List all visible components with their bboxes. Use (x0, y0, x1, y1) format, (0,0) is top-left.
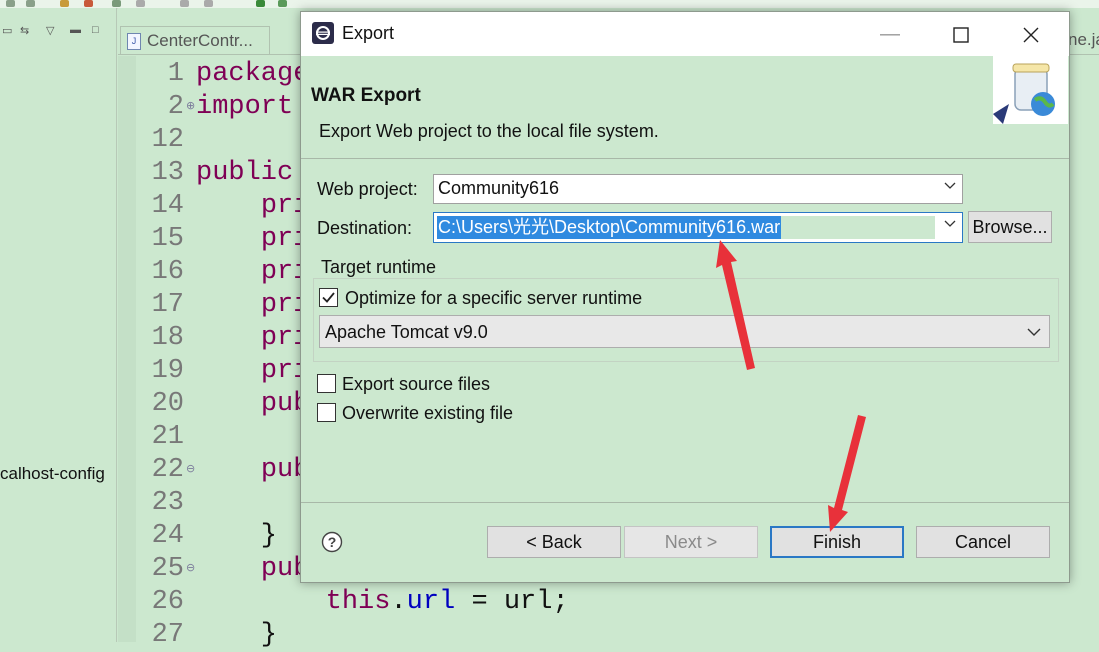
editor-tab-label: CenterContr... (147, 31, 253, 50)
destination-value[interactable]: C:\Users\光光\Desktop\Community616.war (437, 216, 782, 239)
overwrite-label[interactable]: Overwrite existing file (342, 403, 513, 424)
next-button[interactable]: Next > (624, 526, 758, 558)
fold-toggle-icon[interactable]: ⊖ (186, 462, 195, 475)
view-menu-icon[interactable]: ▽ (46, 24, 54, 37)
line-number: 18 (151, 323, 184, 353)
fold-toggle-icon[interactable]: ⊖ (186, 561, 195, 574)
maximize-view-icon[interactable]: □ (92, 24, 99, 36)
destination-label: Destination: (317, 218, 413, 238)
line-number: 13 (151, 158, 184, 188)
checkmark-icon (322, 292, 335, 303)
toolbar-icon[interactable] (84, 0, 93, 7)
runtime-value: Apache Tomcat v9.0 (325, 322, 488, 342)
war-export-wizard-icon (993, 56, 1068, 124)
browse-button[interactable]: Browse... (968, 211, 1052, 243)
help-icon[interactable]: ? (321, 531, 343, 553)
export-source-label[interactable]: Export source files (342, 374, 490, 395)
code-line[interactable]: } (196, 619, 277, 652)
back-button[interactable]: < Back (487, 526, 621, 558)
web-project-combo[interactable]: Community616 (433, 174, 963, 204)
toolbar-icon[interactable] (112, 0, 121, 7)
toolbar-icon[interactable] (278, 0, 287, 7)
toolbar-icon[interactable] (180, 0, 189, 7)
close-button[interactable] (1008, 12, 1054, 56)
java-file-icon: J (127, 33, 141, 50)
fold-toggle-icon[interactable]: ⊕ (186, 99, 195, 112)
export-dialog: Export — WAR Export Export Web project t… (300, 11, 1070, 583)
dialog-title: Export (342, 23, 395, 43)
minimize-view-icon[interactable]: ▬ (70, 24, 81, 36)
code-line[interactable]: this.url = url; (196, 586, 569, 619)
svg-text:?: ? (328, 534, 337, 550)
line-number: 17 (151, 290, 184, 320)
overwrite-checkbox[interactable] (317, 403, 336, 422)
view-toolbar: ▭ ⇆ ▽ ▬ □ (0, 24, 116, 44)
wizard-header: WAR Export Export Web project to the loc… (301, 56, 1069, 158)
chevron-down-icon (944, 182, 956, 189)
toolbar-icon[interactable] (256, 0, 265, 7)
toolbar-icon[interactable] (136, 0, 145, 7)
line-number: 22 (151, 455, 184, 485)
dialog-titlebar[interactable]: Export — (301, 12, 1069, 56)
web-project-label: Web project: (317, 179, 418, 199)
link-editor-icon[interactable]: ⇆ (20, 24, 29, 37)
line-number: 25 (151, 554, 184, 584)
line-number: 21 (151, 422, 184, 452)
finish-button[interactable]: Finish (770, 526, 904, 558)
line-number: 24 (151, 521, 184, 551)
export-source-checkbox[interactable] (317, 374, 336, 393)
wizard-title: WAR Export (311, 85, 421, 106)
header-separator (301, 158, 1069, 159)
footer-separator (301, 502, 1069, 503)
code-line[interactable]: } (196, 520, 277, 553)
line-number: 19 (151, 356, 184, 386)
tree-item-localhost-config[interactable]: calhost-config (0, 464, 105, 484)
chevron-down-icon (1027, 328, 1041, 336)
chevron-down-icon[interactable] (944, 217, 956, 229)
optimize-checkbox[interactable] (319, 288, 338, 307)
toolbar-icon[interactable] (204, 0, 213, 7)
wizard-description: Export Web project to the local file sys… (319, 121, 659, 141)
eclipse-app-icon (312, 22, 334, 44)
line-number: 23 (151, 488, 184, 518)
line-number: 15 (151, 224, 184, 254)
server-runtime-combo[interactable]: Apache Tomcat v9.0 (319, 315, 1050, 348)
line-number: 2 (167, 92, 184, 122)
editor-tab-other[interactable]: ne.ja (1068, 26, 1099, 54)
editor-tab-centercontroller[interactable]: J CenterContr... (120, 26, 270, 54)
line-number: 20 (151, 389, 184, 419)
line-number: 26 (151, 587, 184, 617)
line-number: 1 (167, 59, 184, 89)
toolbar-icon[interactable] (60, 0, 69, 7)
optimize-label[interactable]: Optimize for a specific server runtime (345, 288, 642, 309)
minimize-button[interactable]: — (867, 12, 913, 56)
destination-combo[interactable]: C:\Users\光光\Desktop\Community616.war (433, 212, 963, 243)
close-icon (1023, 27, 1039, 43)
maximize-button[interactable] (938, 12, 984, 56)
web-project-value: Community616 (438, 178, 560, 198)
line-number: 27 (151, 620, 184, 650)
line-number: 14 (151, 191, 184, 221)
project-explorer-panel: ▭ ⇆ ▽ ▬ □ calhost-config (0, 8, 117, 642)
line-number: 12 (151, 125, 184, 155)
line-number: 16 (151, 257, 184, 287)
maximize-icon (953, 27, 969, 43)
collapse-all-icon[interactable]: ▭ (2, 24, 12, 37)
cancel-button[interactable]: Cancel (916, 526, 1050, 558)
target-runtime-title: Target runtime (319, 257, 439, 278)
toolbar-icon[interactable] (26, 0, 35, 7)
toolbar-icon[interactable] (6, 0, 15, 7)
